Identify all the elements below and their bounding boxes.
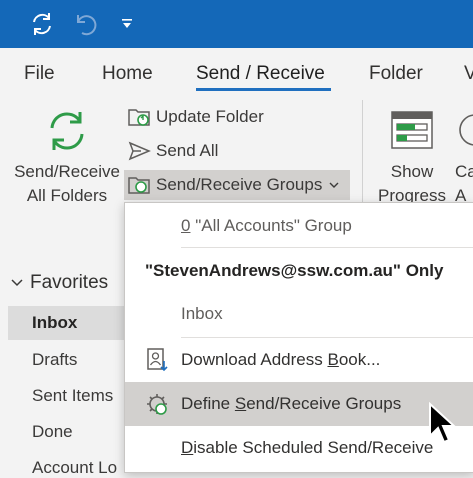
access-key: S <box>234 394 247 413</box>
sync-icon[interactable] <box>28 10 56 38</box>
show-progress-icon <box>390 110 434 155</box>
send-receive-groups-button[interactable]: Send/Receive Groups <box>124 170 350 200</box>
chevron-down-icon <box>10 276 24 290</box>
menu-item-label: isable Scheduled Send/Receive <box>193 438 434 457</box>
tab-view[interactable]: V <box>464 63 473 85</box>
menu-item-label: "All Accounts" Group <box>190 216 352 235</box>
send-all-label: Send All <box>156 141 219 160</box>
menu-item-define-send-receive-groups[interactable]: Define Send/Receive Groups <box>125 382 473 426</box>
menu-item-label: end/Receive Groups <box>246 394 402 413</box>
send-receive-all-label-1: Send/Receive <box>14 162 120 181</box>
update-folder-icon <box>126 104 152 130</box>
menu-divider <box>181 337 473 338</box>
show-progress-button[interactable]: Show Progress <box>370 100 454 210</box>
folder-item-inbox[interactable]: Inbox <box>8 306 128 340</box>
cancel-icon <box>457 112 473 153</box>
show-progress-label-1: Show <box>390 162 434 181</box>
cancel-all-button[interactable]: Ca A <box>455 100 473 210</box>
tab-send-receive[interactable]: Send / Receive <box>196 63 325 85</box>
menu-item-inbox[interactable]: Inbox <box>125 299 473 329</box>
account-header-label: "StevenAndrews@ssw.com.au" Only <box>145 261 444 280</box>
send-receive-groups-icon <box>126 172 152 198</box>
send-receive-groups-menu: 0 "All Accounts" Group "StevenAndrews@ss… <box>124 202 473 473</box>
menu-item-label: ook... <box>338 350 381 369</box>
folder-item-sent-items[interactable]: Sent Items <box>32 386 113 406</box>
folder-item-drafts[interactable]: Drafts <box>32 350 77 370</box>
active-tab-indicator <box>196 88 331 91</box>
menu-item-label: Inbox <box>181 304 223 323</box>
favorites-header[interactable]: Favorites <box>10 272 108 294</box>
undo-icon[interactable] <box>70 10 98 38</box>
customize-qat-icon[interactable] <box>116 10 138 38</box>
menu-item-all-accounts-group[interactable]: 0 "All Accounts" Group <box>125 211 473 241</box>
menu-item-label: Download Address <box>181 350 328 369</box>
tab-file[interactable]: File <box>24 63 55 85</box>
folder-item-label: Inbox <box>32 313 78 332</box>
update-folder-label: Update Folder <box>156 107 264 126</box>
tab-home[interactable]: Home <box>102 63 153 85</box>
send-icon <box>126 138 152 164</box>
access-key: B <box>327 350 339 369</box>
title-bar <box>0 0 473 48</box>
send-receive-all-label-2: All Folders <box>26 186 108 205</box>
send-receive-sync-icon <box>44 108 90 159</box>
send-receive-all-folders-button[interactable]: Send/Receive All Folders <box>8 100 126 210</box>
address-book-icon <box>145 347 169 378</box>
mouse-cursor-icon <box>428 401 458 451</box>
menu-item-download-address-book[interactable]: Download Address Book... <box>125 343 473 377</box>
update-folder-button[interactable]: Update Folder <box>126 102 264 132</box>
menu-item-disable-scheduled-send-receive[interactable]: Disable Scheduled Send/Receive <box>125 431 473 465</box>
folder-item-account[interactable]: Account Lo <box>32 458 117 478</box>
menu-header-account: "StevenAndrews@ssw.com.au" Only <box>125 255 473 287</box>
chevron-down-icon <box>328 179 340 191</box>
menu-divider <box>181 247 473 248</box>
favorites-label: Favorites <box>30 272 109 293</box>
cancel-all-label-1: Ca <box>455 162 473 181</box>
tab-folder[interactable]: Folder <box>369 63 423 85</box>
send-all-button[interactable]: Send All <box>126 136 218 166</box>
access-key: D <box>181 438 194 457</box>
folder-item-done[interactable]: Done <box>32 422 73 442</box>
define-groups-gear-icon <box>145 392 171 423</box>
send-receive-groups-label: Send/Receive Groups <box>156 175 323 194</box>
menu-item-label: Define <box>181 394 235 413</box>
